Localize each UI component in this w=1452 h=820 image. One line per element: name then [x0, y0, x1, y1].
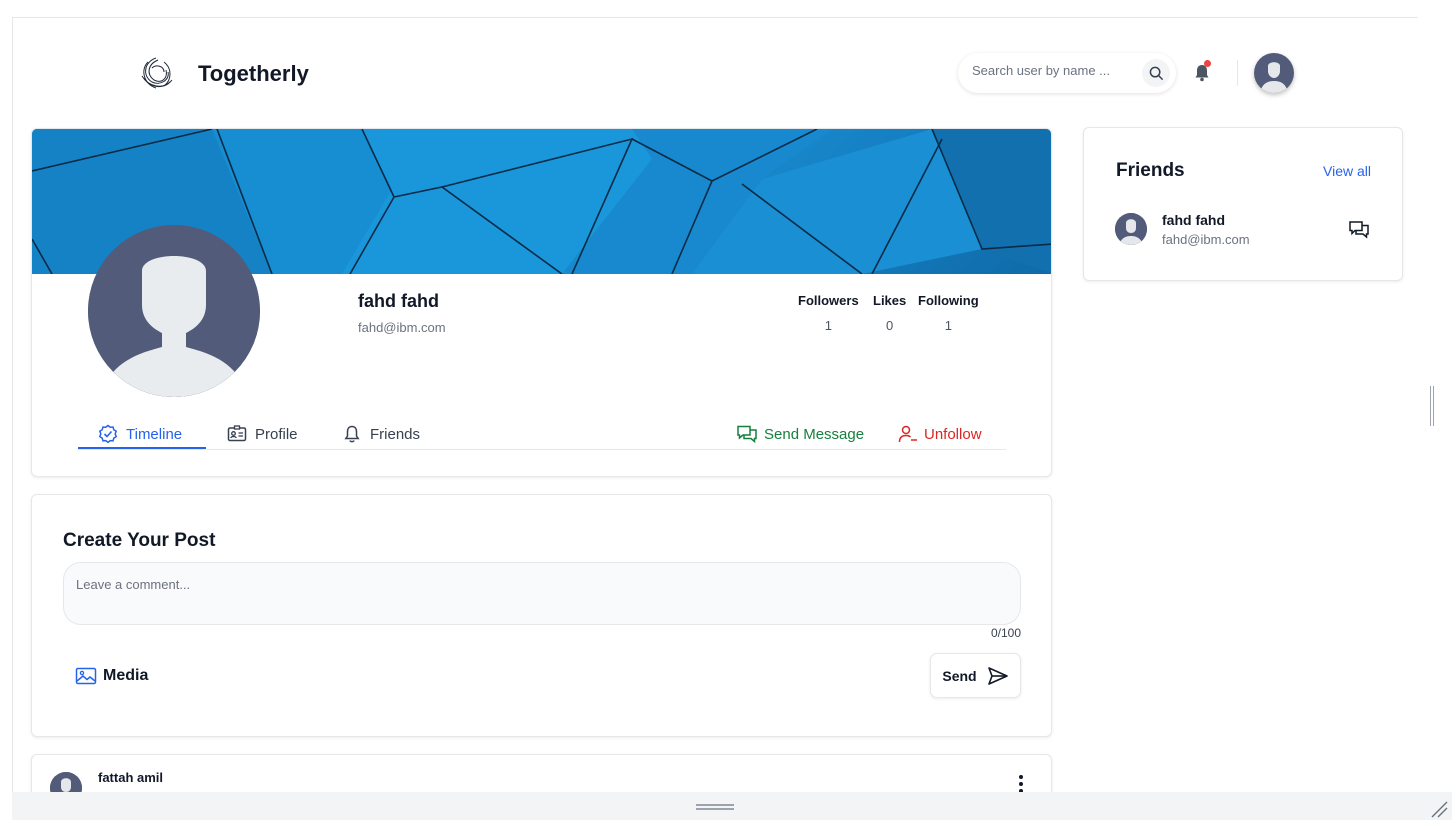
tab-label: Timeline — [126, 425, 183, 443]
profile-card: fahd fahd fahd@ibm.com Followers 1 Likes… — [31, 128, 1052, 477]
view-all-link[interactable]: View all — [1323, 163, 1371, 179]
paper-plane-icon — [987, 666, 1008, 685]
search-bar — [958, 53, 1176, 93]
tabs-divider — [78, 449, 1006, 450]
stat-value: 0 — [886, 318, 894, 333]
profile-avatar[interactable] — [88, 225, 260, 397]
chat-icon — [737, 425, 757, 444]
create-post-card: Create Your Post 0/100 Media Send — [31, 494, 1052, 737]
bottom-panel-bar — [12, 792, 1452, 820]
tab-label: Friends — [370, 425, 421, 443]
logo-icon[interactable] — [134, 52, 178, 96]
friend-name: fahd fahd — [1162, 212, 1225, 228]
unfollow-button[interactable]: Unfollow — [898, 419, 982, 449]
brand-name[interactable]: Togetherly — [198, 61, 309, 87]
profile-email: fahd@ibm.com — [358, 320, 446, 335]
media-button[interactable]: Media — [75, 667, 148, 685]
search-button[interactable] — [1142, 59, 1170, 87]
resize-handle-horizontal[interactable] — [696, 804, 734, 806]
check-badge-icon — [98, 424, 118, 444]
create-post-title: Create Your Post — [63, 530, 216, 551]
feed-post: fattah amil — [31, 754, 1052, 792]
more-options-icon[interactable] — [1018, 775, 1024, 792]
stat-likes[interactable]: Likes 0 — [873, 293, 906, 333]
friends-title: Friends — [1116, 160, 1185, 181]
tab-label: Profile — [255, 425, 298, 443]
comment-box — [63, 562, 1021, 625]
send-message-button[interactable]: Send Message — [736, 419, 864, 449]
post-author-name[interactable]: fattah amil — [98, 770, 163, 785]
bell-icon — [344, 425, 360, 443]
stat-followers[interactable]: Followers 1 — [798, 293, 859, 333]
search-input[interactable] — [972, 63, 1132, 78]
user-minus-icon — [898, 425, 917, 443]
header-divider — [1237, 60, 1238, 86]
send-button[interactable]: Send — [930, 653, 1021, 698]
resize-handle-vertical[interactable] — [1430, 386, 1434, 426]
tab-friends[interactable]: Friends — [342, 419, 420, 449]
stat-value: 1 — [824, 318, 832, 333]
profile-name: fahd fahd — [358, 291, 439, 311]
comment-input[interactable] — [76, 577, 1006, 613]
id-card-icon — [227, 425, 247, 442]
friend-avatar[interactable] — [1115, 213, 1147, 245]
stat-following[interactable]: Following 1 — [918, 293, 979, 333]
send-label: Send — [942, 667, 977, 684]
user-avatar[interactable] — [1254, 53, 1294, 93]
stat-label: Following — [918, 293, 979, 308]
friend-email: fahd@ibm.com — [1162, 232, 1250, 247]
friend-chat-icon[interactable] — [1348, 219, 1370, 241]
notification-badge — [1204, 60, 1211, 67]
tab-profile[interactable]: Profile — [227, 419, 298, 449]
stat-label: Followers — [798, 293, 859, 308]
send-message-label: Send Message — [764, 425, 865, 443]
friends-card: Friends View all fahd fahd fahd@ibm.com — [1083, 127, 1403, 281]
image-icon — [75, 667, 97, 685]
resize-corner-icon[interactable] — [1430, 800, 1448, 818]
search-icon — [1149, 66, 1163, 80]
post-author-avatar[interactable] — [50, 772, 82, 792]
media-label: Media — [103, 667, 149, 684]
stat-label: Likes — [873, 293, 907, 308]
app-window: Togetherly Search user by name ... fahd … — [12, 17, 1418, 792]
tab-timeline[interactable]: Timeline — [98, 419, 182, 449]
unfollow-label: Unfollow — [924, 425, 982, 443]
stat-value: 1 — [944, 318, 952, 333]
char-counter: 0/100 — [990, 626, 1021, 640]
